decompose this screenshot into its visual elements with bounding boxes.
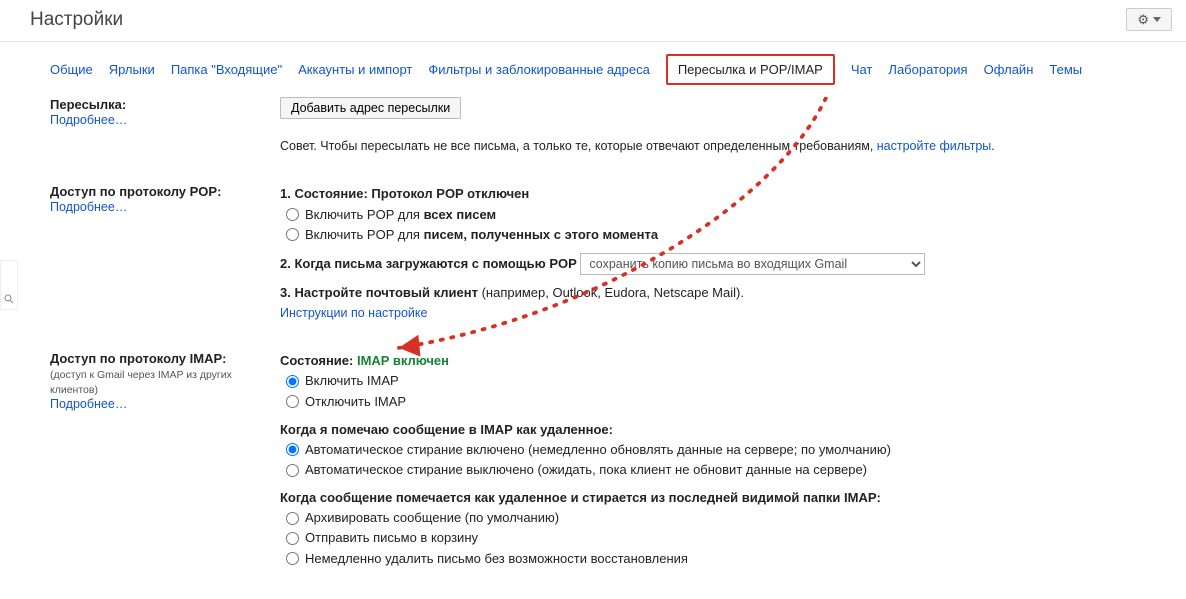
pop-enable-from-now-option[interactable]: Включить POP для писем, полученных с это… [286,225,1166,245]
pop-download-question: 2. Когда письма загружаются с помощью PO… [280,256,577,271]
tab-inbox[interactable]: Папка "Входящие" [171,62,282,77]
imap-last-folder-question: Когда сообщение помечается как удаленное… [280,488,1166,508]
tab-themes[interactable]: Темы [1049,62,1082,77]
imap-enable-radio[interactable] [286,375,299,388]
forwarding-tip: Совет. Чтобы пересылать не все письма, а… [280,137,1166,156]
tab-general[interactable]: Общие [50,62,93,77]
imap-learn-more-link[interactable]: Подробнее… [50,397,127,411]
imap-last-archive-label: Архивировать сообщение (по умолчанию) [305,508,559,528]
tab-offline[interactable]: Офлайн [984,62,1034,77]
imap-enable-option[interactable]: Включить IMAP [286,371,1166,391]
settings-gear-button[interactable]: ⚙ [1126,8,1172,31]
pop-download-action-select[interactable]: сохранить копию письма во входящих Gmail [580,253,925,275]
imap-status-prefix: Состояние: [280,353,357,368]
imap-section-label: Доступ по протоколу IMAP: (доступ к Gmai… [50,351,280,568]
forwarding-title: Пересылка: [50,97,126,112]
pop-title: Доступ по протоколу POP: [50,184,221,199]
pop-enable-all-label: Включить POP для всех писем [305,205,496,225]
tab-filters-blocked[interactable]: Фильтры и заблокированные адреса [428,62,649,77]
pop-section-label: Доступ по протоколу POP: Подробнее… [50,184,280,323]
pop-step3: 3. Настройте почтовый клиент (например, … [280,283,1166,303]
pop-status-prefix: 1. Состояние: [280,186,371,201]
imap-last-delete-label: Немедленно удалить письмо без возможност… [305,549,688,569]
imap-last-trash-option[interactable]: Отправить письмо в корзину [286,528,1166,548]
imap-auto-expunge-on-option[interactable]: Автоматическое стирание включено (немедл… [286,440,1166,460]
imap-last-trash-label: Отправить письмо в корзину [305,528,478,548]
pop-status-value: Протокол POP отключен [371,186,529,201]
add-forwarding-address-button[interactable]: Добавить адрес пересылки [280,97,461,119]
gear-icon: ⚙ [1137,13,1149,26]
imap-last-archive-option[interactable]: Архивировать сообщение (по умолчанию) [286,508,1166,528]
forwarding-create-filter-link[interactable]: настройте фильтры [877,139,991,153]
imap-last-archive-radio[interactable] [286,512,299,525]
tab-labs[interactable]: Лаборатория [888,62,967,77]
imap-last-trash-radio[interactable] [286,532,299,545]
imap-status-value: IMAP включен [357,353,449,368]
imap-disable-label: Отключить IMAP [305,392,406,412]
pop-configure-instructions-link[interactable]: Инструкции по настройке [280,306,427,320]
tab-chat[interactable]: Чат [851,62,873,77]
tab-labels[interactable]: Ярлыки [109,62,155,77]
imap-auto-expunge-off-option[interactable]: Автоматическое стирание выключено (ожида… [286,460,1166,480]
page-title: Настройки [30,9,123,31]
pop-enable-all-radio[interactable] [286,208,299,221]
imap-auto-expunge-off-label: Автоматическое стирание выключено (ожида… [305,460,867,480]
imap-enable-label: Включить IMAP [305,371,399,391]
imap-expunge-question: Когда я помечаю сообщение в IMAP как уда… [280,420,1166,440]
imap-last-delete-option[interactable]: Немедленно удалить письмо без возможност… [286,549,1166,569]
imap-subtitle: (доступ к Gmail через IMAP из других кли… [50,369,232,396]
imap-auto-expunge-off-radio[interactable] [286,464,299,477]
imap-last-delete-radio[interactable] [286,552,299,565]
imap-auto-expunge-on-radio[interactable] [286,443,299,456]
pop-enable-from-now-label: Включить POP для писем, полученных с это… [305,225,658,245]
forwarding-learn-more-link[interactable]: Подробнее… [50,113,127,127]
forwarding-tip-post: . [991,139,994,153]
settings-tabs: Общие Ярлыки Папка "Входящие" Аккаунты и… [0,42,1186,97]
pop-learn-more-link[interactable]: Подробнее… [50,200,127,214]
pop-enable-all-option[interactable]: Включить POP для всех писем [286,205,1166,225]
imap-title: Доступ по протоколу IMAP: [50,351,226,366]
tab-forwarding-pop-imap[interactable]: Пересылка и POP/IMAP [666,54,835,85]
tab-accounts-import[interactable]: Аккаунты и импорт [298,62,412,77]
forwarding-tip-text: Совет. Чтобы пересылать не все письма, а… [280,139,877,153]
imap-auto-expunge-on-label: Автоматическое стирание включено (немедл… [305,440,891,460]
imap-disable-option[interactable]: Отключить IMAP [286,392,1166,412]
caret-down-icon [1153,17,1161,22]
imap-disable-radio[interactable] [286,395,299,408]
pop-enable-from-now-radio[interactable] [286,228,299,241]
forwarding-section-label: Пересылка: Подробнее… [50,97,280,156]
